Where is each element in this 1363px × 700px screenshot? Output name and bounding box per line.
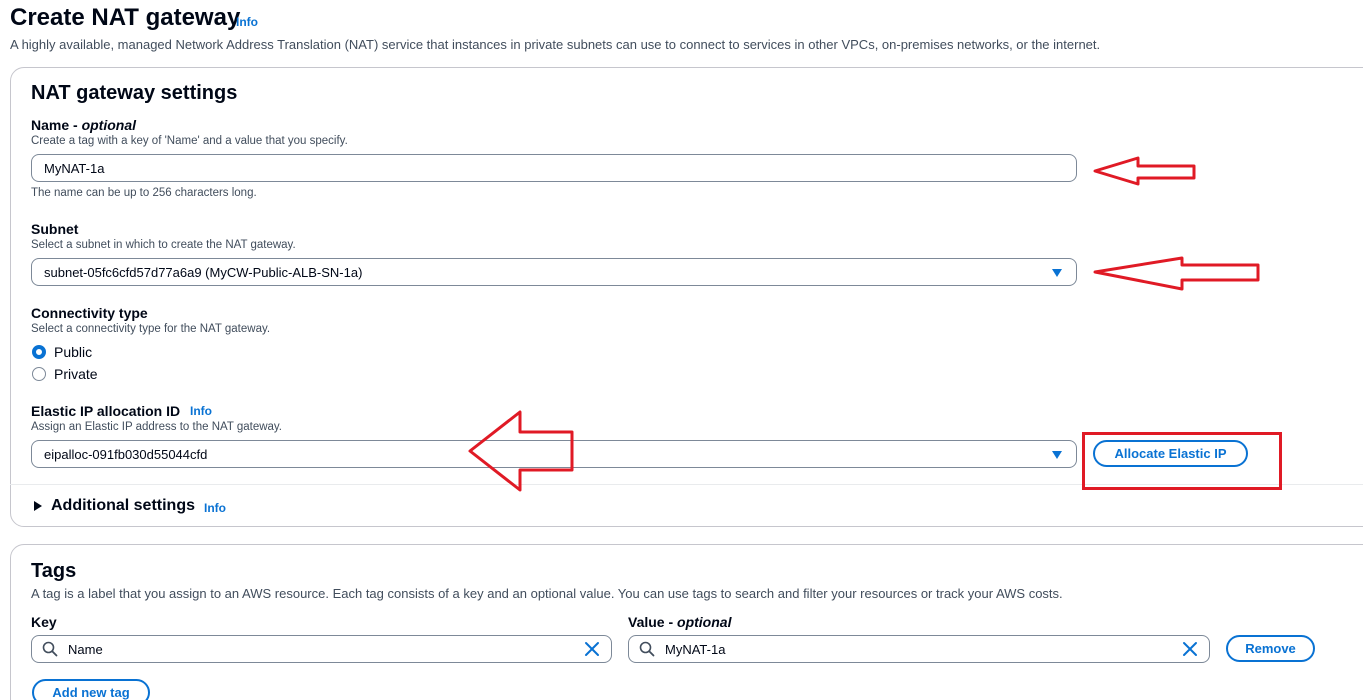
eip-field-label: Elastic IP allocation ID <box>31 403 181 419</box>
name-field-description: Create a tag with a key of 'Name' and a … <box>31 135 348 147</box>
radio-public-label[interactable]: Public <box>54 344 92 360</box>
expand-caret-icon[interactable] <box>34 501 42 511</box>
radio-private[interactable] <box>32 367 46 381</box>
page-title: Create NAT gateway <box>10 4 241 31</box>
search-icon <box>42 641 58 657</box>
radio-private-label[interactable]: Private <box>54 366 98 382</box>
tag-key-input[interactable]: Name <box>31 635 612 663</box>
additional-settings-toggle[interactable]: Additional settings <box>51 497 195 515</box>
tags-description: A tag is a label that you assign to an A… <box>31 586 1063 601</box>
add-new-tag-button[interactable]: Add new tag <box>32 679 150 700</box>
settings-section-title: NAT gateway settings <box>31 82 238 104</box>
allocate-elastic-ip-button[interactable]: Allocate Elastic IP <box>1093 440 1248 467</box>
remove-tag-button[interactable]: Remove <box>1226 635 1315 662</box>
clear-key-icon[interactable] <box>584 641 600 657</box>
eip-field-description: Assign an Elastic IP address to the NAT … <box>31 421 283 433</box>
name-input-value: MyNAT-1a <box>44 161 105 176</box>
subnet-field-label: Subnet <box>31 221 79 237</box>
search-icon <box>639 641 655 657</box>
eip-info-link[interactable]: Info <box>190 404 212 418</box>
caret-down-icon <box>1052 451 1062 459</box>
caret-down-icon <box>1052 269 1062 277</box>
connectivity-type-description: Select a connectivity type for the NAT g… <box>31 323 271 335</box>
clear-value-icon[interactable] <box>1182 641 1198 657</box>
tag-value-input[interactable]: MyNAT-1a <box>628 635 1210 663</box>
tag-key-value: Name <box>68 642 103 657</box>
eip-select-value: eipalloc-091fb030d55044cfd <box>44 447 208 462</box>
subnet-select-value: subnet-05fc6cfd57d77a6a9 (MyCW-Public-AL… <box>44 265 363 280</box>
section-divider <box>10 484 1363 485</box>
additional-settings-info-link[interactable]: Info <box>204 501 226 515</box>
title-info-link[interactable]: Info <box>236 15 258 29</box>
page-description: A highly available, managed Network Addr… <box>10 37 1101 52</box>
connectivity-type-label: Connectivity type <box>31 305 148 321</box>
name-constraint-text: The name can be up to 256 characters lon… <box>31 187 257 199</box>
eip-select[interactable]: eipalloc-091fb030d55044cfd <box>31 440 1077 468</box>
radio-public[interactable] <box>32 345 46 359</box>
tag-value-value: MyNAT-1a <box>665 642 726 657</box>
name-field-label: Name - optional <box>31 117 137 133</box>
subnet-field-description: Select a subnet in which to create the N… <box>31 239 296 251</box>
tag-key-label: Key <box>31 614 57 630</box>
tags-section-title: Tags <box>31 560 77 582</box>
name-input[interactable]: MyNAT-1a <box>31 154 1077 182</box>
tag-value-label: Value - optional <box>628 614 732 630</box>
subnet-select[interactable]: subnet-05fc6cfd57d77a6a9 (MyCW-Public-AL… <box>31 258 1077 286</box>
